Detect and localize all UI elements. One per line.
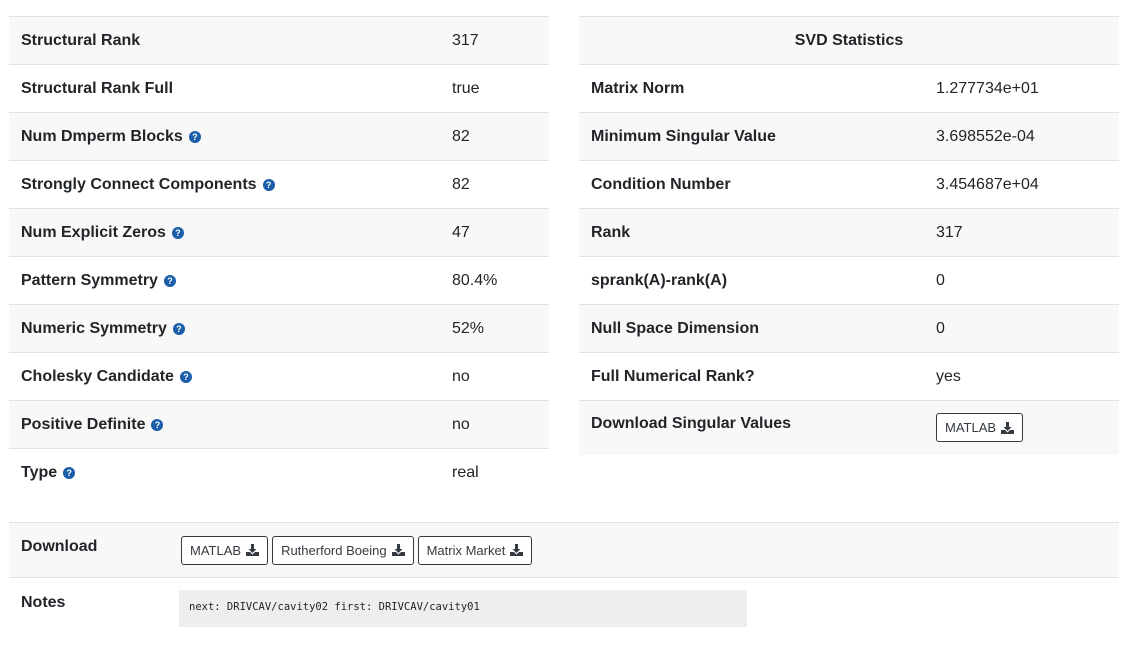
notes-text: next: DRIVCAV/cavity02 first: DRIVCAV/ca…	[179, 590, 747, 627]
help-icon[interactable]: ?	[188, 130, 201, 143]
matrix-properties-table: Structural Rank 317 Structural Rank Full…	[9, 16, 549, 497]
row-positive-definite: Positive Definite? no	[9, 401, 549, 449]
help-icon[interactable]: ?	[179, 370, 192, 383]
label-pattern-symmetry: Pattern Symmetry?	[9, 272, 452, 290]
svd-title: SVD Statistics	[794, 31, 904, 49]
label-sprank-minus-rank: sprank(A)-rank(A)	[591, 271, 728, 289]
download-icon	[246, 544, 260, 556]
value-num-dmperm-blocks: 82	[452, 127, 470, 145]
download-icon	[510, 544, 524, 556]
help-icon[interactable]: ?	[151, 418, 164, 431]
label-type: Type?	[9, 464, 452, 482]
row-condition-number: Condition Number 3.454687e+04	[579, 161, 1119, 209]
matlab-download-button[interactable]: MATLAB	[181, 535, 269, 565]
value-cholesky-candidate: no	[452, 367, 470, 385]
label-download-singular-values: Download Singular Values	[591, 415, 792, 432]
label-matrix-norm: Matrix Norm	[591, 79, 685, 97]
value-full-numerical-rank: yes	[936, 367, 961, 385]
label-positive-definite: Positive Definite?	[9, 416, 452, 434]
singular-values-matlab-button[interactable]: MATLAB	[936, 413, 1024, 442]
row-numeric-symmetry: Numeric Symmetry? 52%	[9, 305, 549, 353]
value-positive-definite: no	[452, 415, 470, 433]
download-row: Download MATLAB Rutherford Boeing Matrix…	[9, 522, 1119, 578]
row-num-dmperm-blocks: Num Dmperm Blocks? 82	[9, 113, 549, 161]
download-label: Download	[21, 538, 98, 555]
value-structural-rank-full: true	[452, 79, 480, 97]
singular-values-download: MATLAB	[936, 413, 1027, 442]
value-rank: 317	[936, 223, 963, 241]
button-label: MATLAB	[190, 542, 242, 558]
label-structural-rank: Structural Rank	[21, 31, 141, 49]
label-minimum-singular-value: Minimum Singular Value	[591, 127, 776, 145]
row-strongly-connect-components: Strongly Connect Components? 82	[9, 161, 549, 209]
value-num-explicit-zeros: 47	[452, 223, 470, 241]
row-minimum-singular-value: Minimum Singular Value 3.698552e-04	[579, 113, 1119, 161]
value-strongly-connect-components: 82	[452, 175, 470, 193]
value-type: real	[452, 464, 479, 481]
button-label: Matrix Market	[426, 542, 506, 558]
row-full-numerical-rank: Full Numerical Rank? yes	[579, 353, 1119, 401]
value-structural-rank: 317	[452, 31, 479, 49]
label-condition-number: Condition Number	[591, 175, 731, 193]
help-icon[interactable]: ?	[163, 274, 176, 287]
value-matrix-norm: 1.277734e+01	[936, 79, 1039, 97]
label-cholesky-candidate: Cholesky Candidate?	[9, 368, 452, 386]
value-numeric-symmetry: 52%	[452, 319, 485, 337]
download-icon	[1001, 421, 1015, 434]
row-sprank-minus-rank: sprank(A)-rank(A) 0	[579, 257, 1119, 305]
svd-header: SVD Statistics	[579, 17, 1119, 65]
row-num-explicit-zeros: Num Explicit Zeros? 47	[9, 209, 549, 257]
download-icon	[391, 544, 405, 556]
label-num-explicit-zeros: Num Explicit Zeros?	[9, 224, 452, 242]
svd-statistics-table: SVD Statistics Matrix Norm 1.277734e+01 …	[579, 16, 1119, 455]
notes-label: Notes	[21, 594, 66, 611]
value-pattern-symmetry: 80.4%	[452, 271, 498, 289]
row-null-space-dimension: Null Space Dimension 0	[579, 305, 1119, 353]
value-sprank-minus-rank: 0	[936, 271, 945, 289]
help-icon[interactable]: ?	[63, 467, 76, 479]
value-condition-number: 3.454687e+04	[936, 175, 1039, 193]
help-icon[interactable]: ?	[172, 322, 185, 335]
value-minimum-singular-value: 3.698552e-04	[936, 127, 1035, 145]
label-structural-rank-full: Structural Rank Full	[21, 79, 174, 97]
label-full-numerical-rank: Full Numerical Rank?	[591, 367, 755, 385]
button-label: Rutherford Boeing	[281, 542, 387, 558]
row-structural-rank-full: Structural Rank Full true	[9, 65, 549, 113]
row-matrix-norm: Matrix Norm 1.277734e+01	[579, 65, 1119, 113]
help-icon[interactable]: ?	[171, 226, 184, 239]
row-cholesky-candidate: Cholesky Candidate? no	[9, 353, 549, 401]
row-pattern-symmetry: Pattern Symmetry? 80.4%	[9, 257, 549, 305]
row-download-singular-values: Download Singular Values MATLAB	[579, 401, 1119, 455]
notes-row: Notes next: DRIVCAV/cavity02 first: DRIV…	[9, 578, 1119, 638]
row-type: Type? real	[9, 449, 549, 497]
label-strongly-connect-components: Strongly Connect Components?	[9, 176, 452, 194]
value-null-space-dimension: 0	[936, 319, 945, 337]
label-num-dmperm-blocks: Num Dmperm Blocks?	[9, 128, 452, 146]
rutherford-boeing-download-button[interactable]: Rutherford Boeing	[272, 535, 414, 565]
help-icon[interactable]: ?	[262, 178, 275, 191]
label-null-space-dimension: Null Space Dimension	[591, 319, 760, 337]
label-numeric-symmetry: Numeric Symmetry?	[9, 320, 452, 338]
button-label: MATLAB	[945, 420, 997, 435]
row-rank: Rank 317	[579, 209, 1119, 257]
row-structural-rank: Structural Rank 317	[9, 17, 549, 65]
label-rank: Rank	[591, 223, 631, 241]
matrix-market-download-button[interactable]: Matrix Market	[417, 535, 533, 565]
